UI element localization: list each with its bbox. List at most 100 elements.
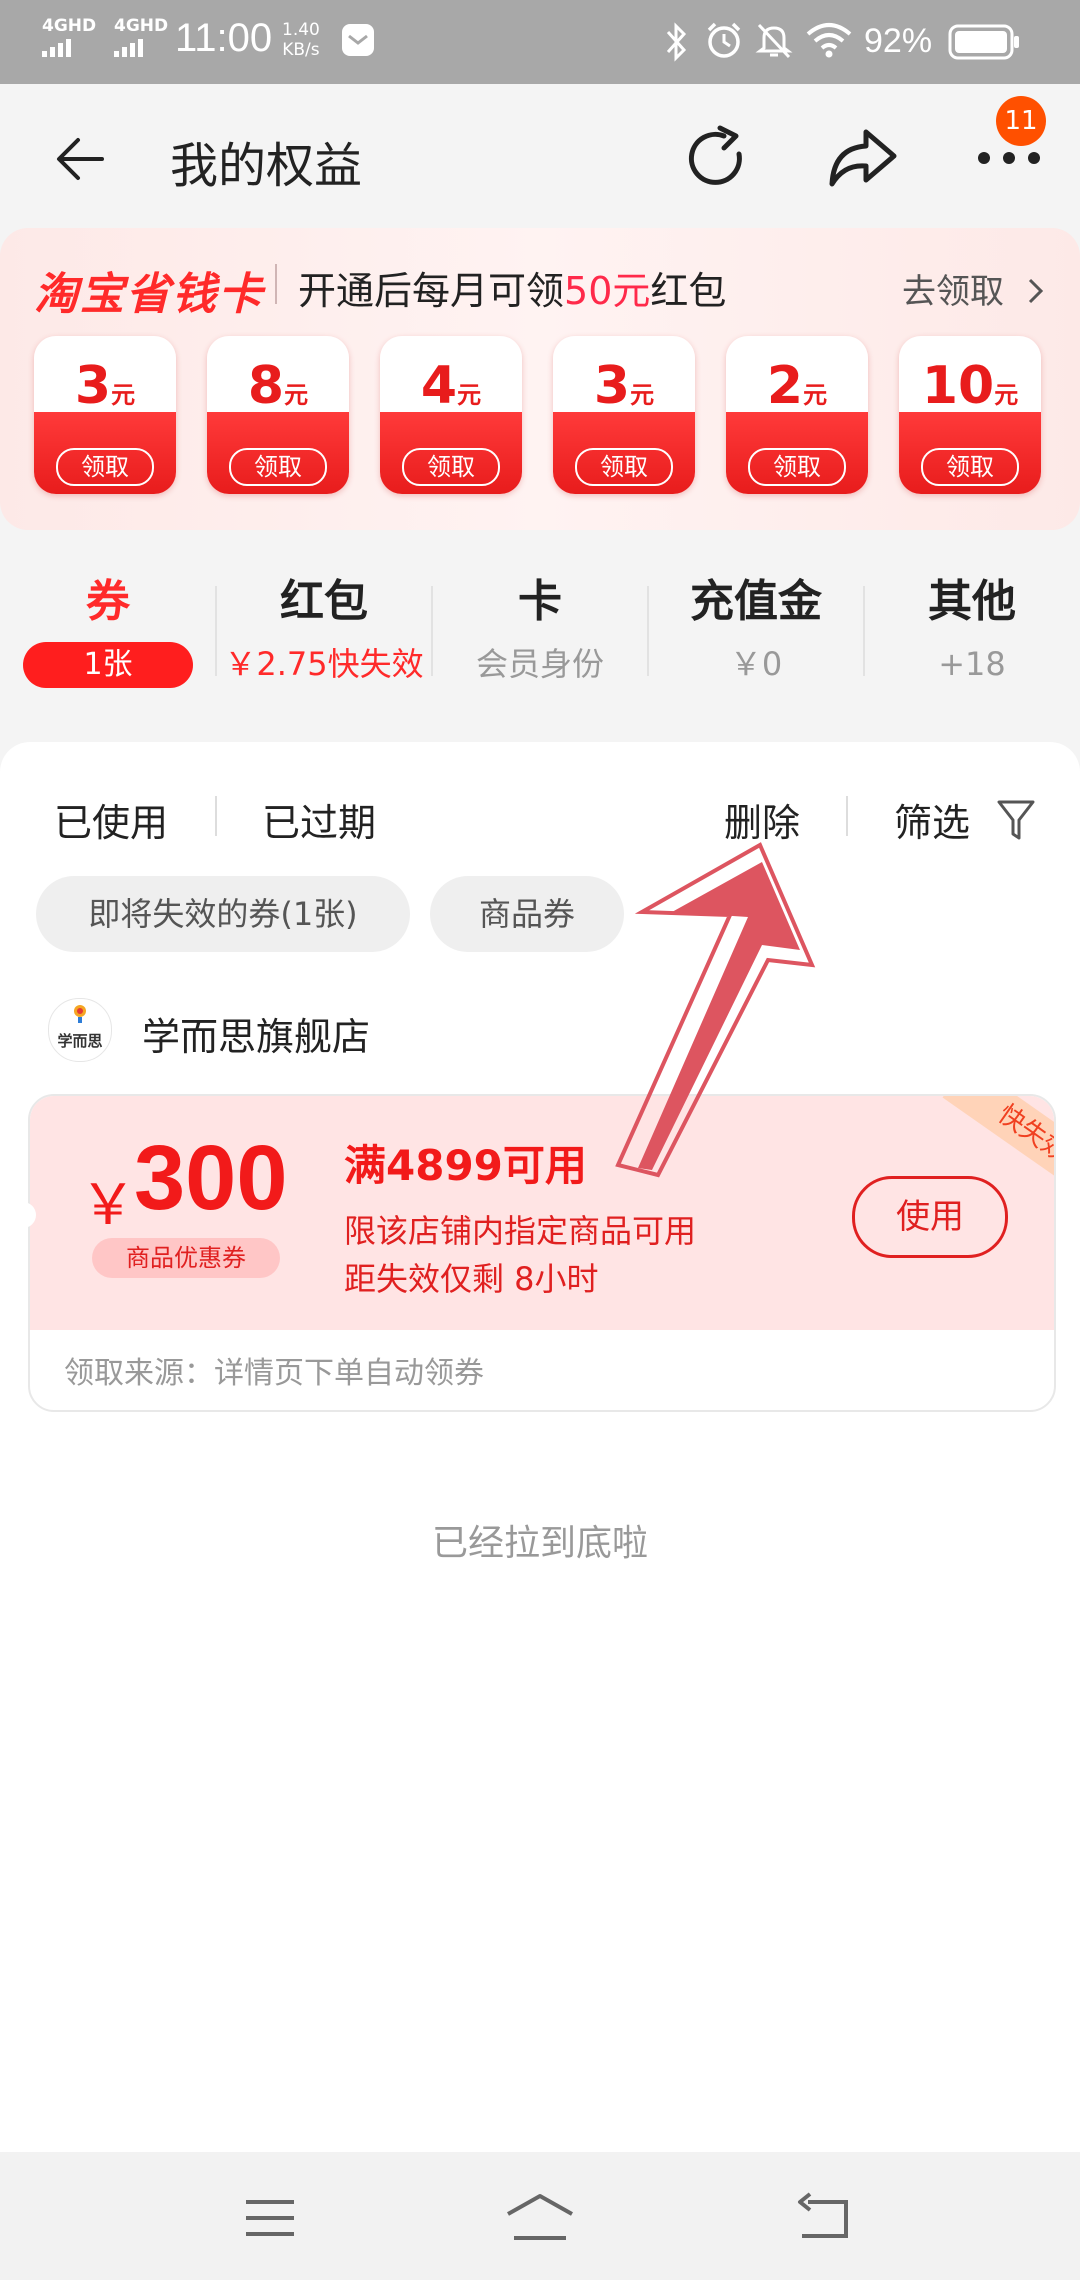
- tab-others-sub: +18: [938, 645, 1006, 683]
- back-icon[interactable]: [796, 2192, 852, 2242]
- page-title: 我的权益: [170, 138, 363, 194]
- battery-percent: 92%: [864, 22, 933, 60]
- more-icon[interactable]: [974, 146, 1044, 170]
- mini-coupon-amount: 3元: [593, 356, 655, 416]
- share-icon[interactable]: [826, 126, 900, 190]
- coupon-expiry: 距失效仅剩 8小时: [344, 1260, 599, 1298]
- battery-icon: [948, 24, 1019, 60]
- mini-coupon-amount: 4元: [420, 356, 482, 416]
- mini-coupon-amount: 10元: [921, 356, 1019, 416]
- store-logo-mark: [74, 1005, 86, 1023]
- speed-value: 1.40: [282, 20, 320, 40]
- store-logo-text: 学而思: [57, 1032, 103, 1050]
- mini-coupon-claim-button[interactable]: 领取: [921, 448, 1019, 486]
- tab-coupons-title: 券: [86, 576, 130, 627]
- mini-coupon-amount: 8元: [247, 356, 309, 416]
- tab-red-packets-sub: ￥2.75快失效: [224, 645, 424, 683]
- mini-coupon-claim-button[interactable]: 领取: [402, 448, 500, 486]
- tab-cards-sub: 会员身份: [475, 645, 604, 683]
- system-nav-bar: [0, 2152, 1080, 2280]
- end-of-list-text: 已经拉到底啦: [431, 1523, 648, 1564]
- tab-cards-title: 卡: [518, 576, 562, 627]
- use-coupon-button[interactable]: 使用: [852, 1176, 1008, 1258]
- funnel-icon: [997, 800, 1035, 840]
- signal-indicator-1: 4GHD: [42, 18, 96, 57]
- promo-highlight: 50元: [564, 269, 651, 313]
- chip-product-coupon[interactable]: 商品券: [430, 876, 624, 952]
- coupon-currency: ￥: [80, 1173, 136, 1238]
- mini-coupon-claim-button[interactable]: 领取: [229, 448, 327, 486]
- mini-coupon[interactable]: 8元 领取: [207, 336, 349, 494]
- mini-coupon-claim-button[interactable]: 领取: [575, 448, 673, 486]
- mini-coupon[interactable]: 4元 领取: [380, 336, 522, 494]
- notification-badge: 11: [996, 96, 1046, 146]
- status-bar: 4GHD 4GHD 11:00 1.40 KB/s 92%: [0, 0, 1080, 84]
- refresh-icon[interactable]: [684, 124, 754, 194]
- promo-suffix: 红包: [650, 269, 727, 313]
- mute-bell-icon: [755, 23, 793, 59]
- bluetooth-icon: [666, 22, 687, 62]
- wifi-icon: [806, 23, 852, 58]
- top-nav-bar: 我的权益 11: [0, 84, 1080, 230]
- mini-coupon[interactable]: 3元 领取: [34, 336, 176, 494]
- promo-prefix: 开通后每月可领: [298, 269, 565, 313]
- filter-button[interactable]: 筛选: [894, 792, 1036, 847]
- tab-red-packets-title: 红包: [280, 576, 368, 627]
- claim-link[interactable]: 去领取: [902, 264, 1047, 313]
- back-arrow-icon[interactable]: [52, 134, 112, 184]
- tab-coupons-count: 1张: [23, 642, 193, 688]
- coupon-card[interactable]: ￥ 300 商品优惠券 满4899可用 限该店铺内指定商品可用 距失效仅剩 8小…: [28, 1094, 1056, 1412]
- chip-expiring-soon[interactable]: 即将失效的券(1张): [36, 876, 410, 952]
- alarm-icon: [707, 22, 741, 58]
- coupon-scope: 限该店铺内指定商品可用: [344, 1212, 697, 1250]
- tab-others-title: 其他: [928, 576, 1016, 627]
- coupon-source: 领取来源：详情页下单自动领券: [64, 1356, 484, 1391]
- signal-bars-icon: [114, 39, 143, 57]
- banner-divider: [275, 264, 277, 304]
- tab-recharge[interactable]: 充值金 ￥0: [648, 572, 864, 684]
- coupon-condition: 满4899可用: [344, 1141, 587, 1190]
- tab-recharge-title: 充值金: [690, 576, 822, 627]
- store-logo: 学而思: [48, 998, 112, 1062]
- tab-recharge-sub: ￥0: [729, 645, 783, 683]
- filter-divider: [215, 796, 217, 836]
- mini-coupon[interactable]: 10元 领取: [899, 336, 1041, 494]
- mini-coupon-amount: 2元: [766, 356, 828, 416]
- savings-card-banner[interactable]: 淘宝省钱卡 开通后每月可领50元红包 去领取 3元 领取 8元 领取 4元 领取…: [0, 228, 1080, 530]
- signal-bars-icon: [42, 39, 71, 57]
- filter-expired[interactable]: 已过期: [262, 792, 376, 847]
- delete-button[interactable]: 删除: [724, 792, 800, 847]
- coupon-amount: 300: [134, 1127, 288, 1229]
- clock: 11:00: [175, 16, 273, 60]
- tab-others[interactable]: 其他 +18: [864, 572, 1080, 684]
- mini-coupon[interactable]: 3元 领取: [553, 336, 695, 494]
- expiring-ribbon-label: 快失效: [942, 1096, 1054, 1186]
- coupon-type-tag: 商品优惠券: [92, 1238, 280, 1278]
- savings-card-logo: 淘宝省钱卡: [34, 269, 264, 320]
- coupon-list-panel: 已使用 已过期 删除 筛选 即将失效的券(1张) 商品券 学而思 学而思旗舰店 …: [0, 742, 1080, 2152]
- message-icon: [342, 24, 374, 56]
- tab-cards[interactable]: 卡 会员身份: [432, 572, 648, 684]
- filter-used[interactable]: 已使用: [54, 792, 168, 847]
- speed-unit: KB/s: [282, 40, 320, 60]
- signal-label-1: 4GHD: [42, 16, 97, 36]
- filter-button-label: 筛选: [894, 801, 971, 845]
- mini-coupon[interactable]: 2元 领取: [726, 336, 868, 494]
- mini-coupon-amount: 3元: [74, 356, 136, 416]
- mini-coupon-claim-button[interactable]: 领取: [56, 448, 154, 486]
- mini-coupon-claim-button[interactable]: 领取: [748, 448, 846, 486]
- banner-promo-text: 开通后每月可领50元红包: [298, 260, 726, 315]
- filter-divider: [846, 796, 848, 836]
- tab-coupons[interactable]: 券 1张: [0, 572, 216, 688]
- home-icon[interactable]: [504, 2192, 576, 2242]
- network-speed: 1.40 KB/s: [282, 20, 320, 60]
- signal-label-2: 4GHD: [114, 16, 169, 36]
- menu-icon[interactable]: [244, 2198, 296, 2238]
- coupon-card-body: ￥ 300 商品优惠券 满4899可用 限该店铺内指定商品可用 距失效仅剩 8小…: [30, 1096, 1054, 1330]
- claim-link-label: 去领取: [902, 272, 1004, 312]
- store-name[interactable]: 学而思旗舰店: [142, 1006, 370, 1061]
- signal-indicator-2: 4GHD: [114, 18, 168, 57]
- expiring-ribbon: 快失效: [898, 1096, 1054, 1186]
- chevron-right-icon: [1028, 278, 1043, 304]
- tab-red-packets[interactable]: 红包 ￥2.75快失效: [216, 572, 432, 684]
